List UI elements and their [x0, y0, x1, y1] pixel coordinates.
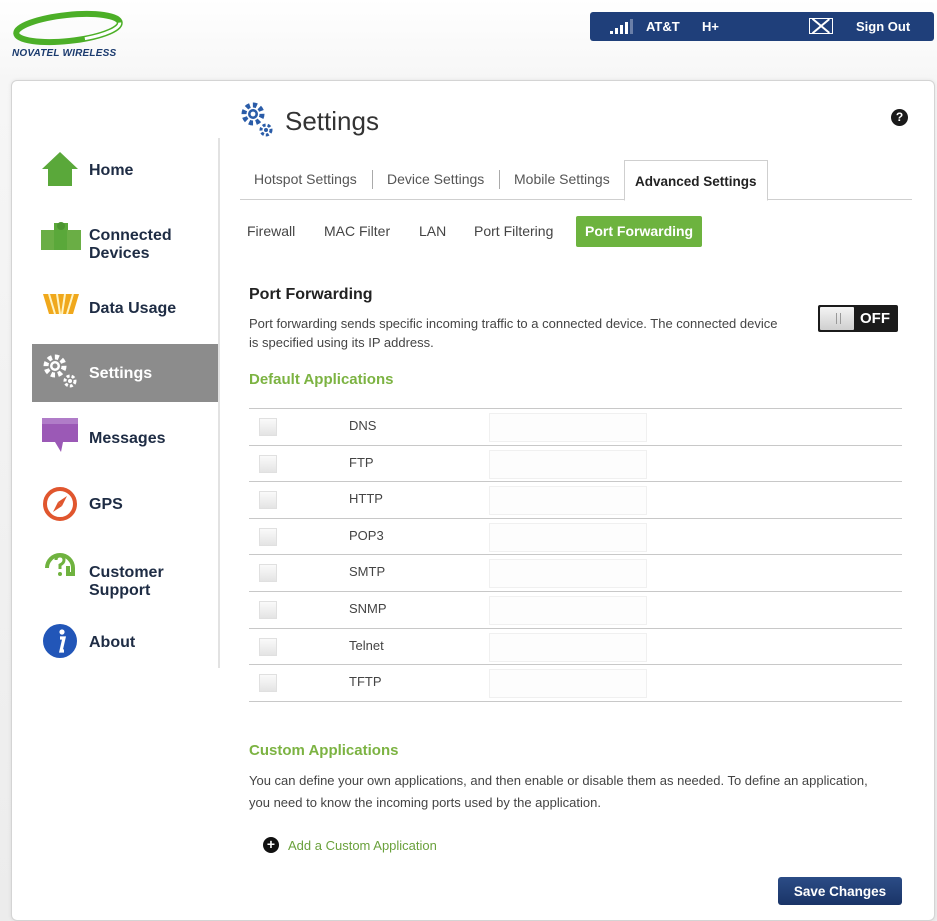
- tab-advanced-settings[interactable]: Advanced Settings: [624, 160, 768, 201]
- sidebar-item-gps[interactable]: GPS: [32, 476, 218, 534]
- subtab-firewall[interactable]: Firewall: [247, 223, 295, 239]
- custom-applications-description: You can define your own applications, an…: [249, 773, 868, 810]
- custom-applications-heading: Custom Applications: [249, 742, 399, 759]
- tab-mobile-settings[interactable]: Mobile Settings: [514, 171, 610, 187]
- app-name: HTTP: [349, 491, 383, 507]
- plus-circle-icon: +: [263, 837, 279, 853]
- sidebar-item-label: About: [89, 634, 136, 651]
- app-name: FTP: [349, 454, 374, 470]
- port-forwarding-title: Port Forwarding: [249, 286, 373, 303]
- app-checkbox[interactable]: [259, 418, 277, 436]
- table-row: FTP: [249, 446, 902, 483]
- table-row: POP3: [249, 519, 902, 556]
- table-row: SNMP: [249, 592, 902, 629]
- app-ip-field[interactable]: [489, 632, 647, 662]
- sidebar-item-customer-support[interactable]: Customer Support: [32, 542, 218, 600]
- sidebar-item-label: GPS: [89, 496, 123, 513]
- home-icon: [42, 152, 78, 186]
- default-applications-table: DNS FTP HTTP POP3 SMTP SNMP Telnet TFTP: [249, 408, 902, 702]
- app-checkbox[interactable]: [259, 637, 277, 656]
- connected-devices-icon: [41, 222, 81, 250]
- support-icon: [45, 553, 75, 576]
- sidebar-item-label: Settings: [89, 365, 153, 382]
- sign-out-button[interactable]: Sign Out: [856, 19, 910, 34]
- sidebar-item-messages[interactable]: Messages: [32, 410, 218, 468]
- app-ip-field[interactable]: [489, 449, 647, 479]
- app-checkbox[interactable]: [259, 564, 277, 583]
- sidebar-item-label: Data Usage: [89, 300, 177, 317]
- app-name: SMTP: [349, 564, 386, 580]
- status-bar: AT&T H+ Sign Out: [590, 12, 934, 41]
- tab-divider: [372, 170, 373, 189]
- subtab-port-filtering[interactable]: Port Filtering: [474, 223, 553, 239]
- app-name: Telnet: [349, 637, 384, 653]
- app-ip-field[interactable]: [489, 413, 647, 442]
- tab-device-settings[interactable]: Device Settings: [387, 171, 484, 187]
- default-applications-heading: Default Applications: [249, 371, 394, 388]
- logo-swoosh-icon: [13, 10, 123, 46]
- subtab-lan[interactable]: LAN: [419, 223, 446, 239]
- signal-strength-icon: [610, 19, 633, 34]
- page-title: Settings: [285, 106, 379, 136]
- port-forwarding-toggle[interactable]: OFF: [818, 305, 898, 332]
- sidebar-item-label-2: Devices: [89, 245, 150, 262]
- app-ip-field[interactable]: [489, 559, 647, 589]
- settings-title-icon: [241, 102, 273, 137]
- toggle-knob: [820, 307, 854, 330]
- sidebar-nav: Home Connected Devices Data Usage Settin…: [32, 138, 220, 668]
- save-changes-button[interactable]: Save Changes: [778, 877, 902, 905]
- brand-logo: NOVATEL WIRELESS: [10, 10, 140, 66]
- sidebar-item-label: Messages: [89, 430, 166, 447]
- sidebar-item-label: Customer: [89, 564, 164, 581]
- subtab-port-forwarding[interactable]: Port Forwarding: [576, 216, 703, 247]
- sidebar-item-data-usage[interactable]: Data Usage: [32, 280, 218, 338]
- data-usage-icon: [43, 293, 79, 315]
- envelope-icon[interactable]: [809, 18, 833, 34]
- table-row: Telnet: [249, 629, 902, 666]
- add-custom-application-label: Add a Custom Application: [288, 837, 437, 853]
- app-checkbox[interactable]: [259, 600, 277, 619]
- sidebar-item-label-2: Support: [89, 582, 151, 599]
- carrier-name: AT&T: [646, 19, 680, 34]
- table-row: DNS: [249, 409, 902, 446]
- network-type: H+: [702, 19, 719, 34]
- sidebar-item-home[interactable]: Home: [32, 140, 218, 198]
- app-name: SNMP: [349, 600, 387, 616]
- compass-icon: [43, 487, 77, 521]
- app-checkbox[interactable]: [259, 527, 277, 546]
- settings-tabs: Hotspot Settings Device Settings Mobile …: [240, 160, 912, 201]
- help-icon[interactable]: ?: [891, 109, 908, 126]
- toggle-state-label: OFF: [860, 310, 890, 327]
- app-ip-field[interactable]: [489, 595, 647, 625]
- tab-hotspot-settings[interactable]: Hotspot Settings: [254, 171, 357, 187]
- tab-divider: [499, 170, 500, 189]
- sidebar-item-connected-devices[interactable]: Connected Devices: [32, 218, 218, 276]
- sidebar-item-label: Home: [89, 162, 134, 179]
- table-row: TFTP: [249, 665, 902, 702]
- port-forwarding-description: Port forwarding sends specific incoming …: [249, 316, 778, 350]
- app-ip-field[interactable]: [489, 522, 647, 552]
- sidebar-item-about[interactable]: About: [32, 618, 218, 676]
- app-checkbox[interactable]: [259, 454, 277, 473]
- message-icon: [42, 418, 78, 452]
- app-name: DNS: [349, 418, 377, 433]
- sidebar-item-label: Connected: [89, 227, 172, 244]
- info-icon: [43, 624, 77, 658]
- app-checkbox[interactable]: [259, 491, 277, 510]
- subtab-mac-filter[interactable]: MAC Filter: [324, 223, 390, 239]
- table-row: HTTP: [249, 482, 902, 519]
- add-custom-application-link[interactable]: + Add a Custom Application: [263, 836, 437, 854]
- app-ip-field[interactable]: [489, 669, 647, 699]
- app-checkbox[interactable]: [259, 674, 277, 693]
- logo-text: NOVATEL WIRELESS: [12, 48, 117, 59]
- gear-icon: [43, 354, 77, 388]
- app-name: POP3: [349, 527, 384, 543]
- table-row: SMTP: [249, 555, 902, 592]
- app-name: TFTP: [349, 674, 382, 690]
- app-ip-field[interactable]: [489, 486, 647, 516]
- sidebar-item-settings[interactable]: Settings: [32, 344, 218, 402]
